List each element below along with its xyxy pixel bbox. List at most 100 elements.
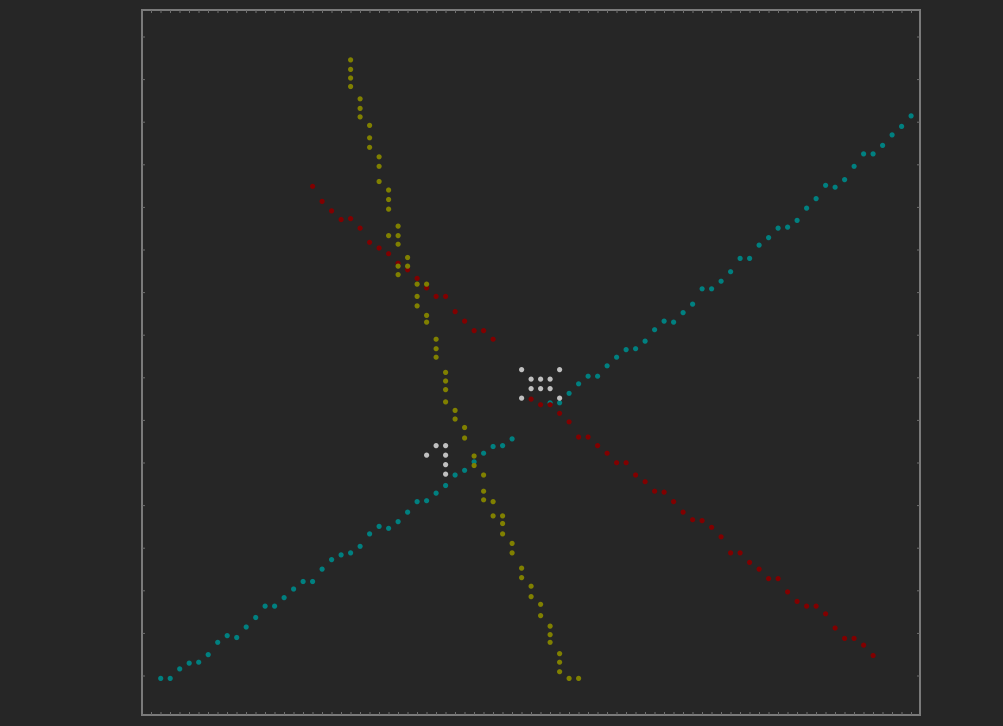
- data-point: [205, 652, 211, 658]
- data-point: [576, 434, 582, 440]
- data-point: [367, 531, 373, 537]
- data-point: [424, 452, 430, 458]
- data-point: [775, 225, 781, 231]
- data-point: [395, 241, 401, 247]
- data-point: [490, 336, 496, 342]
- data-point: [395, 263, 401, 269]
- data-point: [680, 310, 686, 316]
- data-point: [538, 601, 544, 607]
- data-point: [538, 386, 544, 392]
- data-point: [709, 286, 715, 292]
- data-point: [367, 122, 373, 128]
- data-point: [633, 472, 639, 478]
- data-point: [604, 363, 610, 369]
- data-point: [813, 196, 819, 202]
- data-point: [519, 367, 525, 373]
- data-point: [386, 233, 392, 239]
- data-point: [357, 225, 363, 231]
- data-point: [386, 187, 392, 193]
- data-point: [386, 196, 392, 203]
- data-point: [433, 336, 439, 342]
- data-point: [538, 402, 544, 408]
- data-point: [680, 509, 686, 515]
- data-point: [880, 142, 886, 148]
- data-point: [395, 519, 401, 525]
- data-point: [547, 402, 553, 408]
- data-point: [566, 390, 572, 396]
- data-point: [443, 293, 449, 299]
- data-point: [766, 235, 772, 241]
- data-point: [357, 96, 363, 102]
- data-point: [414, 499, 420, 505]
- data-point: [557, 659, 563, 665]
- data-point: [861, 151, 867, 157]
- data-point: [357, 105, 363, 111]
- data-point: [443, 471, 449, 477]
- data-point: [215, 639, 221, 645]
- data-point: [376, 163, 382, 169]
- data-point: [614, 460, 620, 466]
- data-point: [376, 154, 382, 160]
- data-point: [576, 675, 582, 682]
- data-point: [519, 565, 525, 571]
- data-point: [813, 603, 819, 609]
- data-point: [528, 396, 534, 402]
- data-point: [186, 660, 192, 666]
- data-point: [490, 499, 496, 505]
- data-point: [471, 462, 477, 469]
- data-point: [462, 424, 468, 431]
- data-point: [661, 318, 667, 324]
- data-point: [310, 578, 316, 585]
- data-point: [747, 559, 753, 566]
- data-point: [509, 540, 515, 547]
- data-point: [642, 479, 648, 485]
- data-point: [661, 489, 667, 495]
- data-point: [595, 443, 601, 449]
- data-point: [405, 263, 411, 269]
- data-point: [528, 376, 534, 382]
- data-point: [452, 309, 458, 315]
- data-point: [490, 513, 496, 519]
- data-point: [832, 625, 838, 631]
- data-point: [348, 216, 354, 222]
- data-point: [158, 675, 164, 682]
- data-point: [832, 184, 838, 190]
- data-point: [737, 550, 743, 556]
- data-point: [528, 583, 534, 589]
- data-point: [690, 517, 696, 523]
- data-point: [547, 639, 553, 645]
- data-point: [500, 531, 506, 537]
- data-point: [728, 269, 734, 275]
- data-point: [481, 488, 487, 494]
- data-point: [376, 178, 382, 185]
- data-point: [528, 386, 534, 392]
- data-point: [785, 589, 791, 595]
- data-point: [329, 557, 335, 563]
- data-point: [547, 386, 553, 392]
- data-point: [433, 346, 439, 352]
- data-point: [253, 614, 259, 621]
- data-point: [804, 603, 810, 609]
- data-point: [443, 482, 449, 489]
- data-point: [557, 367, 563, 373]
- data-point: [842, 635, 848, 642]
- data-point: [861, 642, 867, 648]
- data-point: [376, 245, 382, 251]
- data-point: [642, 338, 648, 344]
- data-point: [433, 443, 439, 449]
- data-point: [566, 419, 572, 425]
- data-point: [851, 635, 857, 642]
- data-point: [291, 586, 297, 592]
- data-point: [452, 416, 458, 422]
- data-point: [243, 624, 249, 630]
- data-point: [376, 523, 382, 530]
- data-point: [604, 450, 610, 456]
- data-point: [386, 206, 392, 212]
- data-point: [500, 443, 506, 449]
- data-point: [690, 301, 696, 307]
- data-point: [766, 576, 772, 582]
- data-point: [348, 550, 354, 556]
- data-point: [300, 578, 306, 585]
- data-point: [737, 255, 743, 261]
- data-point: [471, 453, 477, 459]
